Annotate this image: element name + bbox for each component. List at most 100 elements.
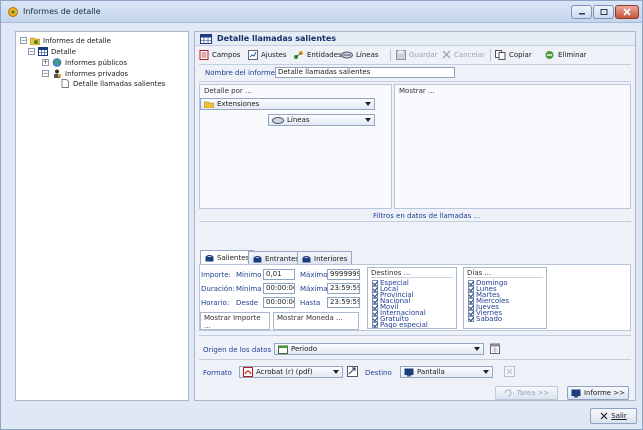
entidades-button[interactable]: Entidades: [293, 48, 342, 61]
informe-button[interactable]: Informe >>: [567, 386, 629, 400]
ajustes-button[interactable]: Ajustes: [248, 48, 287, 61]
main-window: Informes de detalle − Informes de detall…: [0, 0, 643, 430]
user-lock-icon: [54, 69, 61, 78]
lines-icon: [272, 116, 284, 124]
detail-panel: Detalle llamadas salientes Campos Ajuste…: [194, 31, 636, 401]
horario-desde-input[interactable]: 00:00:00: [263, 297, 295, 308]
importe-max-input[interactable]: 9999999,: [327, 269, 360, 280]
origen-combo[interactable]: Periodo: [274, 343, 484, 355]
formato-combo[interactable]: Acrobat (r) (pdf): [239, 366, 343, 378]
calendar-icon: [278, 345, 288, 354]
lineas-button[interactable]: Líneas: [341, 48, 379, 61]
salir-button[interactable]: Salir: [590, 408, 637, 424]
divider: [199, 81, 631, 82]
minimize-icon: [578, 13, 585, 15]
copiar-button[interactable]: Copiar: [495, 48, 532, 61]
table-icon: [38, 47, 48, 56]
tab-interiores[interactable]: Interiores: [297, 251, 353, 265]
tarea-button[interactable]: Tarea >>: [495, 386, 558, 400]
format-settings-icon[interactable]: [347, 366, 358, 377]
close-icon: [623, 8, 631, 16]
divider: [199, 359, 631, 360]
toolbar-separator: [390, 49, 391, 61]
nombre-input[interactable]: Detalle llamadas salientes: [275, 67, 455, 78]
phone-in-icon: [253, 255, 262, 262]
calendar-button-icon[interactable]: [490, 343, 500, 354]
tree-label-publicos: Informes públicos: [65, 58, 127, 67]
minimize-button[interactable]: [571, 5, 592, 19]
expand-icon[interactable]: +: [42, 59, 49, 66]
horario-hasta-label: Hasta: [300, 299, 321, 307]
dropdown-arrow-icon: [365, 102, 371, 106]
dropdown-arrow-icon: [365, 118, 371, 122]
divider: [199, 64, 631, 65]
extensiones-combo[interactable]: Extensiones: [200, 98, 375, 110]
destino-label: Destino: [365, 369, 392, 377]
phone-out-icon: [205, 254, 214, 262]
horario-label: Horario:: [201, 299, 230, 307]
horario-hasta-input[interactable]: 23:59:59: [327, 297, 360, 308]
mostrar-moneda-box[interactable]: Mostrar Moneda ...: [273, 312, 359, 330]
document-icon: [61, 79, 69, 88]
screen-icon: [571, 389, 581, 397]
dropdown-arrow-icon: [483, 370, 489, 374]
destino-settings-icon[interactable]: [504, 366, 515, 377]
duracion-min-input[interactable]: 00:00:00: [263, 283, 295, 294]
importe-label: Importe:: [201, 271, 231, 279]
copy-icon: [495, 49, 506, 60]
cancelar-button[interactable]: Cancelar: [442, 48, 485, 61]
tree-item-salientes[interactable]: Detalle llamadas salientes: [60, 78, 165, 89]
tree-item-publicos[interactable]: + Informes públicos: [42, 57, 127, 68]
checkbox-checked-icon[interactable]: [372, 328, 378, 329]
globe-icon: [52, 58, 62, 67]
duracion-label: Duración:: [201, 285, 235, 293]
importe-min-input[interactable]: 0,01: [263, 269, 295, 280]
campos-button[interactable]: Campos: [199, 48, 240, 61]
horario-desde-label: Desde: [236, 299, 259, 307]
destinos-checkbox[interactable]: Desconocido: [372, 327, 425, 329]
collapse-icon[interactable]: −: [20, 37, 27, 44]
checkbox-checked-icon[interactable]: [468, 316, 474, 322]
maximize-button[interactable]: [593, 5, 614, 19]
destinos-list: Destinos ... Especial Local Provincial Naci…: [367, 267, 457, 329]
extensions-icon: [204, 101, 214, 108]
divider: [199, 221, 631, 222]
mostrar-caption: Mostrar ...: [399, 87, 435, 95]
divider: [371, 277, 453, 278]
close-icon: [600, 412, 608, 420]
duracion-max-input[interactable]: 23:59:59: [327, 283, 360, 294]
title-bar: Informes de detalle: [1, 1, 642, 23]
screen-icon: [404, 368, 414, 376]
tree-item-detalle[interactable]: − Detalle: [28, 46, 76, 57]
tree-item-root[interactable]: − Informes de detalle: [20, 35, 111, 46]
lineas-combo[interactable]: Líneas: [268, 114, 375, 126]
destino-combo[interactable]: Pantalla: [400, 366, 493, 378]
destinos-label: Desconocido: [380, 327, 425, 328]
collapse-icon[interactable]: −: [42, 70, 49, 77]
toolbar-separator: [490, 49, 491, 61]
filtros-label: Filtros en datos de llamadas ...: [373, 212, 481, 220]
nombre-label: Nombre del informe: [205, 69, 275, 77]
toolbar: Campos Ajustes Entidades Líneas Guardar: [195, 46, 635, 64]
tree-label-salientes: Detalle llamadas salientes: [73, 79, 166, 88]
delete-icon: [545, 50, 554, 59]
eliminar-button[interactable]: Eliminar: [544, 48, 587, 61]
dias-header: Días ...: [467, 269, 492, 277]
importe-max-label: Máximo: [300, 271, 328, 279]
mostrar-importe-box[interactable]: Mostrar Importe ...: [200, 312, 270, 330]
detalle-por-caption: Detalle por ...: [204, 87, 252, 95]
guardar-button[interactable]: Guardar: [396, 48, 438, 61]
tab-entrantes[interactable]: Entrantes: [248, 251, 304, 265]
dias-checkbox[interactable]: Sabado: [468, 315, 502, 323]
close-button[interactable]: [615, 5, 639, 19]
panel-header: Detalle llamadas salientes: [195, 32, 635, 46]
mostrar-moneda-header: Mostrar Moneda ...: [277, 314, 343, 322]
collapse-icon[interactable]: −: [28, 48, 35, 55]
lines-icon: [341, 51, 353, 58]
save-icon: [396, 49, 406, 60]
pdf-icon: [243, 367, 253, 377]
tree-label-privados: Informes privados: [65, 69, 129, 78]
tab-salientes[interactable]: Salientes: [200, 250, 255, 265]
task-icon: [504, 389, 514, 397]
dropdown-arrow-icon: [333, 370, 339, 374]
